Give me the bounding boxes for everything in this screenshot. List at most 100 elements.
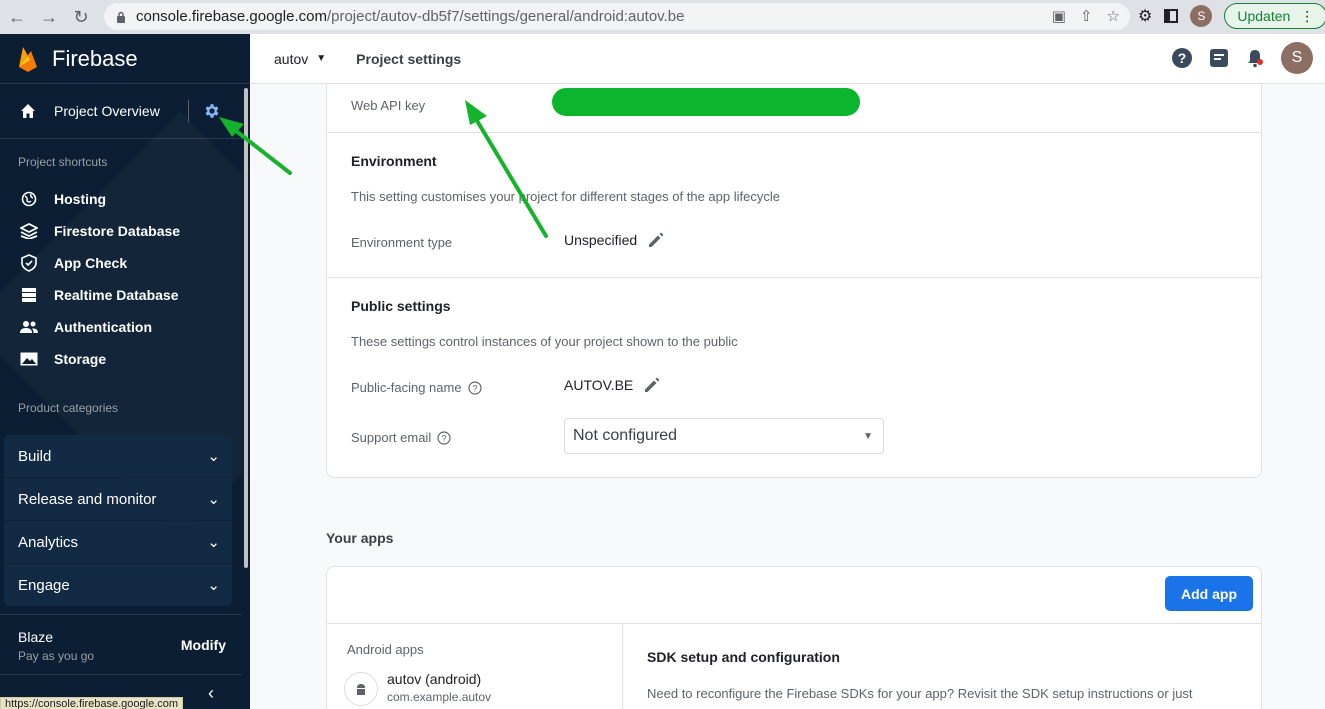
help-icon[interactable]: ? bbox=[1171, 47, 1193, 69]
category-build[interactable]: Build ⌄ bbox=[4, 435, 232, 477]
public-settings-title: Public settings bbox=[351, 298, 451, 314]
sidebar-item-label: Realtime Database bbox=[54, 287, 179, 303]
sidebar-item-firestore[interactable]: Firestore Database bbox=[0, 215, 250, 247]
status-bar-url: https://console.firebase.google.com bbox=[0, 697, 184, 709]
add-app-button[interactable]: Add app bbox=[1165, 576, 1253, 611]
sidebar-item-label: Firestore Database bbox=[54, 223, 181, 239]
project-overview[interactable]: Project Overview bbox=[0, 84, 250, 139]
categories-label: Product categories bbox=[18, 401, 119, 415]
support-email-label: Support email ? bbox=[351, 430, 451, 445]
chevron-down-icon: ⌄ bbox=[207, 491, 220, 508]
people-icon bbox=[20, 318, 38, 336]
public-name-label: Public-facing name ? bbox=[351, 380, 482, 395]
feedback-icon[interactable] bbox=[1209, 48, 1229, 68]
page-title: Project settings bbox=[356, 50, 462, 67]
overview-divider bbox=[187, 100, 189, 122]
back-icon[interactable]: ← bbox=[4, 4, 30, 30]
image-icon bbox=[20, 350, 38, 368]
environment-type-value: Unspecified bbox=[564, 232, 638, 248]
sidebar-item-storage[interactable]: Storage bbox=[0, 343, 250, 375]
project-overview-label: Project Overview bbox=[54, 103, 160, 119]
caret-down-icon: ▼ bbox=[316, 53, 327, 64]
public-name: AUTOV.BE bbox=[564, 376, 661, 394]
star-icon[interactable]: ☆ bbox=[1107, 7, 1120, 25]
project-selector[interactable]: autov ▼ bbox=[274, 51, 326, 67]
sidebar-item-hosting[interactable]: Hosting bbox=[0, 183, 250, 215]
svg-text:?: ? bbox=[1178, 50, 1187, 66]
category-label: Build bbox=[18, 447, 52, 465]
extensions-icon[interactable]: ⚙ bbox=[1138, 6, 1152, 26]
side-panel-icon[interactable] bbox=[1164, 9, 1179, 23]
environment-section: Environment This setting customises your… bbox=[327, 133, 1261, 278]
category-release-and-monitor[interactable]: Release and monitor ⌄ bbox=[4, 478, 232, 520]
forward-icon[interactable]: → bbox=[36, 4, 62, 30]
sdk-setup-description: Need to reconfigure the Firebase SDKs fo… bbox=[647, 686, 1193, 701]
help-circle-icon[interactable]: ? bbox=[437, 430, 451, 445]
help-circle-icon[interactable]: ? bbox=[467, 380, 482, 395]
address-bar[interactable]: console.firebase.google.com/project/auto… bbox=[104, 3, 1130, 30]
apps-list: Android apps autov (android) com.example… bbox=[327, 624, 623, 709]
environment-description: This setting customises your project for… bbox=[351, 189, 780, 204]
svg-text:?: ? bbox=[442, 433, 447, 443]
gear-icon[interactable] bbox=[203, 102, 221, 120]
url-host: console.firebase.google.com bbox=[136, 8, 327, 25]
caret-down-icon: ▼ bbox=[863, 430, 873, 442]
pencil-icon[interactable] bbox=[647, 231, 665, 249]
category-analytics[interactable]: Analytics ⌄ bbox=[4, 521, 232, 563]
home-icon bbox=[21, 104, 35, 118]
web-api-key-label: Web API key bbox=[351, 98, 426, 113]
url-path: /project/autov-db5f7/settings/general/an… bbox=[326, 8, 685, 25]
notifications-icon[interactable] bbox=[1245, 48, 1265, 68]
translate-icon[interactable]: ▣ bbox=[1052, 7, 1066, 25]
pencil-icon[interactable] bbox=[643, 376, 661, 394]
public-settings-description: These settings control instances of your… bbox=[351, 334, 738, 349]
sidebar-item-realtime-database[interactable]: Realtime Database bbox=[0, 279, 250, 311]
sidebar-item-label: Hosting bbox=[54, 191, 107, 207]
sidebar-item-label: Authentication bbox=[54, 319, 152, 335]
database-icon bbox=[20, 286, 38, 304]
more-icon[interactable]: ⋮ bbox=[1300, 8, 1314, 25]
main-content: Web API key Environment This setting cus… bbox=[250, 84, 1325, 709]
android-apps-label: Android apps bbox=[347, 642, 424, 657]
brand-name: Firebase bbox=[52, 45, 138, 71]
svg-text:?: ? bbox=[472, 383, 477, 393]
sdk-setup-title: SDK setup and configuration bbox=[647, 649, 840, 665]
share-icon[interactable]: ⇧ bbox=[1080, 7, 1093, 25]
chevron-down-icon: ⌄ bbox=[207, 534, 220, 551]
public-name-value: AUTOV.BE bbox=[564, 377, 634, 393]
reload-icon[interactable]: ↻ bbox=[68, 4, 94, 30]
support-email-value: Not configured bbox=[573, 427, 678, 444]
sidebar-scrollbar[interactable] bbox=[242, 84, 250, 709]
chevron-down-icon: ⌄ bbox=[207, 448, 220, 465]
modify-plan-button[interactable]: Modify bbox=[181, 637, 226, 653]
apps-header: Add app bbox=[327, 567, 1261, 624]
scrollbar-thumb[interactable] bbox=[244, 88, 248, 568]
update-button[interactable]: Updaten ⋮ bbox=[1224, 3, 1325, 29]
sidebar-item-app-check[interactable]: App Check bbox=[0, 247, 250, 279]
firebase-brand[interactable]: Firebase bbox=[0, 34, 250, 84]
app-name[interactable]: autov (android) bbox=[387, 671, 481, 687]
console-header: autov ▼ Project settings ? S bbox=[250, 34, 1325, 84]
sidebar-item-label: App Check bbox=[54, 255, 128, 271]
environment-type: Unspecified bbox=[564, 231, 665, 249]
lock-icon bbox=[117, 11, 125, 23]
category-engage[interactable]: Engage ⌄ bbox=[4, 564, 232, 606]
globe-icon bbox=[20, 190, 38, 208]
category-label: Analytics bbox=[18, 533, 79, 551]
project-name: autov bbox=[274, 50, 309, 67]
support-email-select[interactable]: Not configured ▼ bbox=[564, 418, 884, 454]
chevron-down-icon: ⌄ bbox=[207, 577, 220, 594]
category-label: Engage bbox=[18, 576, 70, 594]
your-apps-title: Your apps bbox=[326, 530, 394, 546]
profile-avatar[interactable]: S bbox=[1190, 5, 1213, 27]
android-icon[interactable] bbox=[344, 672, 378, 706]
account-avatar[interactable]: S bbox=[1281, 42, 1313, 74]
chevron-left-icon[interactable]: ‹ bbox=[208, 683, 214, 704]
shortcuts-label: Project shortcuts bbox=[18, 155, 108, 169]
browser-toolbar: ← → ↻ console.firebase.google.com/projec… bbox=[0, 0, 1325, 34]
sidebar-item-authentication[interactable]: Authentication bbox=[0, 311, 250, 343]
firestore-icon bbox=[20, 222, 38, 240]
public-settings-section: Public settings These settings control i… bbox=[327, 278, 1261, 477]
your-apps-card: Add app Android apps autov (android) com… bbox=[326, 566, 1262, 709]
environment-type-label: Environment type bbox=[351, 235, 453, 250]
